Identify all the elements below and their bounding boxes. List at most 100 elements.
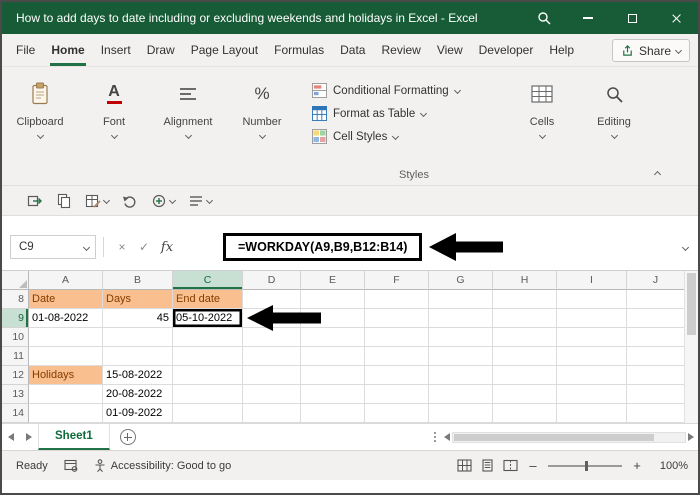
column-header-E[interactable]: E — [301, 271, 365, 290]
name-box[interactable]: C9 — [10, 235, 96, 259]
accessibility-status[interactable]: Accessibility: Good to go — [94, 459, 231, 472]
zoom-in-button[interactable]: + — [631, 458, 643, 473]
tab-file[interactable]: File — [8, 34, 43, 66]
sheet-nav-right-button[interactable] — [20, 424, 38, 450]
insert-function-button[interactable]: fx — [155, 240, 179, 255]
page-layout-view-icon[interactable] — [481, 459, 494, 472]
qat-copy-button[interactable] — [53, 191, 75, 211]
zoom-out-button[interactable]: – — [527, 458, 539, 473]
cell-B14[interactable]: 01-09-2022 — [103, 404, 173, 423]
editing-group-button[interactable]: Editing — [586, 77, 642, 140]
cell-A14[interactable] — [29, 404, 103, 423]
tab-review[interactable]: Review — [373, 34, 428, 66]
cell-C9[interactable]: 05-10-2022 — [173, 309, 243, 328]
new-sheet-button[interactable] — [119, 429, 136, 445]
cell-D14[interactable] — [243, 404, 301, 423]
page-break-view-icon[interactable] — [503, 459, 518, 472]
cell-G9[interactable] — [429, 309, 493, 328]
horizontal-scrollbar[interactable] — [444, 431, 694, 443]
select-all-corner[interactable] — [2, 271, 29, 290]
cell-F11[interactable] — [365, 347, 429, 366]
tab-scroll-splitter[interactable] — [434, 432, 436, 434]
cell-E13[interactable] — [301, 385, 365, 404]
qat-table-edit-button[interactable] — [82, 191, 112, 211]
tab-page-layout[interactable]: Page Layout — [183, 34, 266, 66]
collapse-ribbon-icon[interactable] — [653, 170, 662, 179]
cell-A10[interactable] — [29, 328, 103, 347]
column-header-I[interactable]: I — [557, 271, 627, 290]
cell-C11[interactable] — [173, 347, 243, 366]
cell-I8[interactable] — [557, 290, 627, 309]
cell-B10[interactable] — [103, 328, 173, 347]
cell-A9[interactable]: 01-08-2022 — [29, 309, 103, 328]
vertical-scrollbar-thumb[interactable] — [687, 273, 696, 335]
tab-insert[interactable]: Insert — [93, 34, 139, 66]
cell-A11[interactable] — [29, 347, 103, 366]
close-button[interactable] — [654, 2, 698, 34]
qat-refresh-button[interactable] — [148, 191, 178, 211]
share-button[interactable]: Share — [611, 39, 690, 62]
column-header-G[interactable]: G — [429, 271, 493, 290]
cancel-button[interactable]: × — [111, 240, 133, 254]
format-as-table-button[interactable]: Format as Table — [312, 102, 494, 125]
cell-J9[interactable] — [627, 309, 684, 328]
cells-group-button[interactable]: Cells — [514, 77, 570, 140]
qat-export-button[interactable] — [24, 191, 46, 211]
column-header-D[interactable]: D — [243, 271, 301, 290]
row-header-12[interactable]: 12 — [2, 366, 29, 385]
cell-H10[interactable] — [493, 328, 557, 347]
cell-G8[interactable] — [429, 290, 493, 309]
column-header-J[interactable]: J — [627, 271, 684, 290]
cell-I11[interactable] — [557, 347, 627, 366]
cell-F8[interactable] — [365, 290, 429, 309]
cell-J12[interactable] — [627, 366, 684, 385]
cell-B9[interactable]: 45 — [103, 309, 173, 328]
font-group-button[interactable]: A Font — [86, 77, 142, 140]
cell-F12[interactable] — [365, 366, 429, 385]
cell-C13[interactable] — [173, 385, 243, 404]
cell-I14[interactable] — [557, 404, 627, 423]
cell-G13[interactable] — [429, 385, 493, 404]
cell-I10[interactable] — [557, 328, 627, 347]
cell-J8[interactable] — [627, 290, 684, 309]
cell-H9[interactable] — [493, 309, 557, 328]
vertical-scrollbar[interactable] — [684, 271, 698, 423]
horizontal-scrollbar-track[interactable] — [452, 431, 686, 443]
alignment-group-button[interactable]: Alignment — [160, 77, 216, 140]
conditional-formatting-button[interactable]: Conditional Formatting — [312, 79, 494, 102]
cell-H8[interactable] — [493, 290, 557, 309]
number-group-button[interactable]: % Number — [234, 77, 290, 140]
column-header-A[interactable]: A — [29, 271, 103, 290]
cell-H12[interactable] — [493, 366, 557, 385]
row-header-8[interactable]: 8 — [2, 290, 29, 309]
cell-B13[interactable]: 20-08-2022 — [103, 385, 173, 404]
cell-I12[interactable] — [557, 366, 627, 385]
row-header-14[interactable]: 14 — [2, 404, 29, 423]
cell-F13[interactable] — [365, 385, 429, 404]
cell-A8[interactable]: Date — [29, 290, 103, 309]
column-header-H[interactable]: H — [493, 271, 557, 290]
cell-F14[interactable] — [365, 404, 429, 423]
row-header-9[interactable]: 9 — [2, 309, 29, 328]
cell-H13[interactable] — [493, 385, 557, 404]
cell-D11[interactable] — [243, 347, 301, 366]
cell-I13[interactable] — [557, 385, 627, 404]
expand-formula-bar-icon[interactable] — [681, 243, 690, 251]
enter-button[interactable]: ✓ — [133, 240, 155, 254]
cell-C8[interactable]: End date — [173, 290, 243, 309]
cell-E11[interactable] — [301, 347, 365, 366]
tab-home[interactable]: Home — [43, 34, 92, 66]
cell-C10[interactable] — [173, 328, 243, 347]
row-header-11[interactable]: 11 — [2, 347, 29, 366]
cell-E14[interactable] — [301, 404, 365, 423]
cell-G14[interactable] — [429, 404, 493, 423]
cell-A12[interactable]: Holidays — [29, 366, 103, 385]
cell-G12[interactable] — [429, 366, 493, 385]
tab-formulas[interactable]: Formulas — [266, 34, 332, 66]
cell-H14[interactable] — [493, 404, 557, 423]
sheet-nav-left-button[interactable] — [2, 424, 20, 450]
cell-A13[interactable] — [29, 385, 103, 404]
scroll-left-icon[interactable] — [444, 433, 450, 441]
cell-G11[interactable] — [429, 347, 493, 366]
minimize-button[interactable] — [566, 2, 610, 34]
